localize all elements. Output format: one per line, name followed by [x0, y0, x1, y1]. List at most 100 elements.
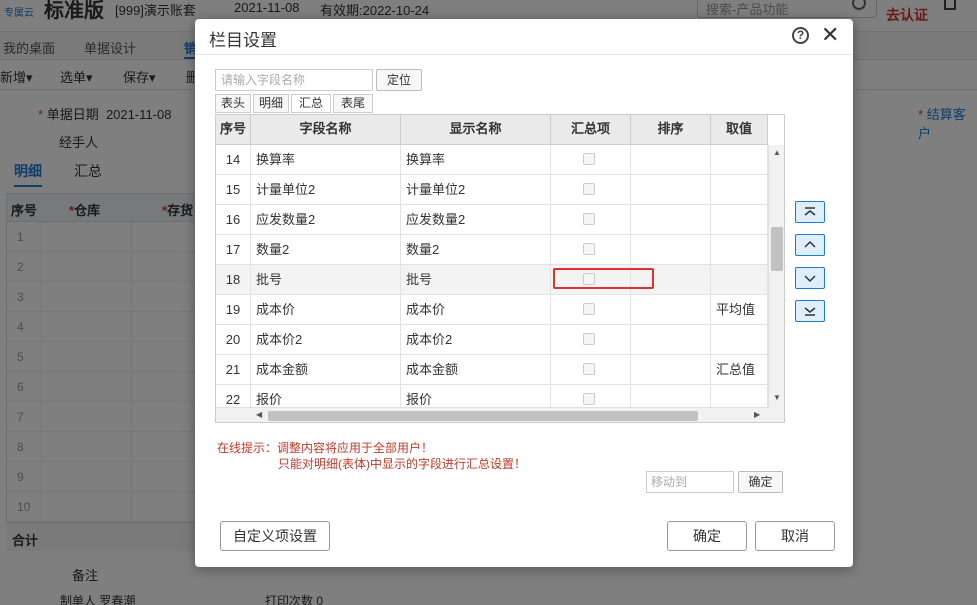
summary-checkbox[interactable] [583, 393, 595, 405]
row-display-name[interactable]: 成本价2 [401, 325, 551, 355]
row-sort-cell[interactable] [631, 235, 711, 265]
move-up-button[interactable] [795, 234, 825, 256]
row-display-name[interactable]: 批号 [401, 265, 551, 295]
close-icon[interactable]: ✕ [821, 22, 839, 48]
col-sort: 排序 [631, 115, 711, 145]
row-display-name[interactable]: 数量2 [401, 235, 551, 265]
horizontal-scroll-thumb[interactable] [268, 411, 698, 421]
table-body: 14 换算率 换算率 15 计量单位2 计量单位2 16 应发数量2 应发数量2 17 数量2 数量2… [216, 145, 768, 407]
move-down-icon [804, 275, 816, 283]
row-field-name: 报价 [251, 385, 401, 407]
help-icon[interactable]: ? [792, 27, 809, 44]
row-value[interactable] [711, 385, 768, 407]
summary-checkbox[interactable] [583, 183, 595, 195]
row-value[interactable] [711, 265, 768, 295]
row-summary-cell [551, 205, 631, 235]
table-row[interactable]: 15 计量单位2 计量单位2 [216, 175, 768, 205]
move-down-button[interactable] [795, 267, 825, 289]
field-name-search-input[interactable] [215, 69, 373, 91]
vertical-scroll-thumb[interactable] [771, 227, 783, 271]
row-field-name: 成本价2 [251, 325, 401, 355]
locate-button[interactable]: 定位 [376, 69, 422, 91]
row-field-name: 换算率 [251, 145, 401, 175]
row-no: 17 [216, 235, 251, 265]
scroll-right-icon[interactable]: ▶ [754, 410, 760, 419]
row-sort-cell[interactable] [631, 175, 711, 205]
row-sort-cell[interactable] [631, 295, 711, 325]
summary-checkbox[interactable] [583, 153, 595, 165]
summary-checkbox[interactable] [583, 363, 595, 375]
table-header: 序号 字段名称 显示名称 汇总项 排序 取值 [216, 115, 768, 145]
row-display-name[interactable]: 报价 [401, 385, 551, 407]
row-value[interactable]: 平均值 [711, 295, 768, 325]
table-row[interactable]: 14 换算率 换算率 [216, 145, 768, 175]
scroll-down-icon[interactable]: ▼ [773, 393, 781, 402]
row-no: 16 [216, 205, 251, 235]
row-no: 18 [216, 265, 251, 295]
row-summary-cell [551, 385, 631, 407]
move-to-input[interactable] [646, 471, 734, 493]
table-row[interactable]: 20 成本价2 成本价2 [216, 325, 768, 355]
move-up-icon [804, 240, 816, 248]
row-display-name[interactable]: 应发数量2 [401, 205, 551, 235]
row-field-name: 成本价 [251, 295, 401, 325]
row-no: 21 [216, 355, 251, 385]
summary-checkbox[interactable] [583, 213, 595, 225]
row-field-name: 数量2 [251, 235, 401, 265]
table-row[interactable]: 17 数量2 数量2 [216, 235, 768, 265]
table-row[interactable]: 22 报价 报价 [216, 385, 768, 407]
scroll-up-icon[interactable]: ▲ [773, 148, 781, 157]
column-settings-dialog: 栏目设置 ? ✕ 定位 表头 明细 汇总 表尾 序号 字段名称 显示名称 汇总项… [195, 19, 853, 567]
row-field-name: 应发数量2 [251, 205, 401, 235]
online-notice: 在线提示：调整内容将应用于全部用户！ 只能对明细(表体)中显示的字段进行汇总设置… [217, 441, 526, 471]
row-no: 20 [216, 325, 251, 355]
table-row[interactable]: 18 批号 批号 [216, 265, 768, 295]
row-value[interactable] [711, 205, 768, 235]
row-display-name[interactable]: 换算率 [401, 145, 551, 175]
row-no: 15 [216, 175, 251, 205]
horizontal-scrollbar[interactable]: ◀ ▶ [216, 407, 768, 422]
summary-checkbox[interactable] [583, 333, 595, 345]
move-to-confirm-button[interactable]: 确定 [738, 471, 783, 493]
row-field-name: 成本金额 [251, 355, 401, 385]
row-no: 19 [216, 295, 251, 325]
col-summary-item: 汇总项 [551, 115, 631, 145]
row-sort-cell[interactable] [631, 385, 711, 407]
table-row[interactable]: 19 成本价 成本价 平均值 [216, 295, 768, 325]
tab-detail[interactable]: 明细 [253, 94, 289, 113]
summary-checkbox[interactable] [583, 243, 595, 255]
move-bottom-button[interactable] [795, 300, 825, 322]
vertical-scrollbar[interactable]: ▲ ▼ [768, 145, 784, 407]
ok-button[interactable]: 确定 [667, 521, 747, 551]
row-sort-cell[interactable] [631, 205, 711, 235]
row-field-name: 计量单位2 [251, 175, 401, 205]
row-value[interactable]: 汇总值 [711, 355, 768, 385]
fields-table: 序号 字段名称 显示名称 汇总项 排序 取值 14 换算率 换算率 15 计量单位2 计量… [215, 114, 785, 423]
row-display-name[interactable]: 成本价 [401, 295, 551, 325]
col-display-name: 显示名称 [401, 115, 551, 145]
summary-checkbox[interactable] [583, 303, 595, 315]
tab-footer[interactable]: 表尾 [333, 94, 373, 113]
scroll-left-icon[interactable]: ◀ [256, 410, 262, 419]
table-row[interactable]: 21 成本金额 成本金额 汇总值 [216, 355, 768, 385]
tab-header[interactable]: 表头 [215, 94, 251, 113]
table-row[interactable]: 16 应发数量2 应发数量2 [216, 205, 768, 235]
row-sort-cell[interactable] [631, 355, 711, 385]
row-summary-cell [551, 295, 631, 325]
col-no: 序号 [216, 115, 251, 145]
row-sort-cell[interactable] [631, 145, 711, 175]
row-value[interactable] [711, 175, 768, 205]
highlight-box [553, 268, 654, 289]
row-value[interactable] [711, 235, 768, 265]
move-top-icon [804, 207, 816, 216]
tab-summary[interactable]: 汇总 [291, 94, 331, 113]
row-sort-cell[interactable] [631, 325, 711, 355]
row-display-name[interactable]: 计量单位2 [401, 175, 551, 205]
row-value[interactable] [711, 325, 768, 355]
col-value: 取值 [711, 115, 768, 145]
cancel-button[interactable]: 取消 [755, 521, 835, 551]
row-value[interactable] [711, 145, 768, 175]
custom-items-button[interactable]: 自定义项设置 [220, 521, 330, 551]
move-top-button[interactable] [795, 201, 825, 223]
row-display-name[interactable]: 成本金额 [401, 355, 551, 385]
